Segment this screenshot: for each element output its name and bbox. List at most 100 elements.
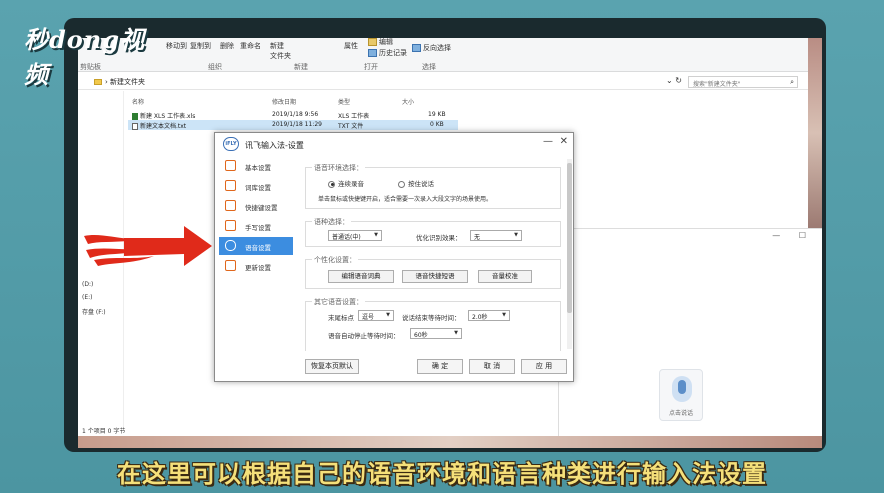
other-voice-group: 其它语音设置： 末尾标点 逗号 ▼ 说话结束等待时间： 2.0秒 ▼ 语音自动停止等…	[305, 297, 561, 351]
pen-icon	[225, 220, 236, 231]
radio-continuous[interactable]: 连续录音	[328, 178, 364, 188]
copy-to-button[interactable]: 复制到	[190, 41, 211, 51]
apply-button[interactable]: 应 用	[521, 359, 567, 374]
column-size[interactable]: 大小	[402, 97, 414, 106]
language-group: 语种选择： 普通话(中) ▼ 优化识别效果： 无 ▼	[305, 217, 561, 247]
settings-side-menu: 基本设置 词库设置 快捷键设置 手写设置 语音设置 更新设置	[215, 155, 295, 355]
wallpaper-strip	[808, 38, 822, 228]
folder-icon	[94, 79, 102, 85]
menu-item-hotkey[interactable]: 快捷键设置	[219, 197, 293, 215]
menu-item-basic[interactable]: 基本设置	[219, 157, 293, 175]
edit-icon	[368, 38, 377, 46]
wallpaper-bottom	[78, 436, 822, 448]
status-bar: 1 个项目 0 字节	[82, 428, 126, 435]
file-row[interactable]: 新建文本文档.txt 2019/1/18 11:29 TXT 文件 0 KB	[128, 120, 458, 130]
delete-button[interactable]: 删除	[220, 41, 234, 51]
punct-select[interactable]: 逗号 ▼	[358, 310, 394, 321]
punct-label: 末尾标点	[328, 314, 354, 322]
ime-voice-window: — ☐ 点击说话	[558, 228, 822, 448]
drive-d[interactable]: (D:)	[82, 281, 93, 288]
move-to-button[interactable]: 移动到	[166, 41, 187, 51]
settings-dialog: iFLY 讯飞输入法-设置 — ✕ 基本设置 词库设置 快捷键设置 手写设置 语…	[214, 132, 574, 382]
cancel-button[interactable]: 取 消	[469, 359, 515, 374]
search-input[interactable]: 搜索"新建文件夹" ⌕	[688, 76, 798, 88]
red-arrow-annotation	[84, 226, 212, 266]
voice-env-group: 语音环境选择： 连续录音 按住说话 单击鼠标或快捷键开启，适合需要一次录入大段文…	[305, 163, 561, 209]
drive-e[interactable]: (E:)	[82, 294, 93, 301]
language-select[interactable]: 普通话(中) ▼	[328, 230, 382, 241]
scrollbar-thumb[interactable]	[567, 163, 572, 313]
dictionary-icon	[225, 180, 236, 191]
xls-file-icon	[132, 113, 138, 120]
drive-f[interactable]: 存盘 (F:)	[82, 307, 106, 316]
mic-button[interactable]: 点击说话	[659, 369, 703, 421]
settings-scrollbar[interactable]	[567, 159, 572, 349]
breadcrumb[interactable]: › 新建文件夹	[94, 77, 145, 87]
gear-icon	[225, 160, 236, 171]
voice-env-title: 语音环境选择：	[312, 163, 365, 173]
chevron-down-icon: ▼	[374, 232, 378, 238]
personal-group: 个性化设置： 编辑语音词典 语音快捷短语 音量校准	[305, 255, 561, 289]
menu-item-voice[interactable]: 语音设置	[219, 237, 293, 255]
optimize-label: 优化识别效果：	[416, 234, 462, 242]
microphone-icon	[225, 240, 236, 251]
wait-select[interactable]: 2.0秒 ▼	[468, 310, 510, 321]
history-button[interactable]: 历史记录	[368, 48, 407, 58]
video-subtitle: 在这里可以根据自己的语音环境和语言种类进行输入法设置	[117, 460, 767, 488]
volume-calibrate-button[interactable]: 音量校准	[478, 270, 532, 283]
chevron-down-icon: ▼	[502, 312, 506, 318]
menu-item-handwriting[interactable]: 手写设置	[219, 217, 293, 235]
ribbon-group-select: 选择	[422, 63, 436, 71]
address-bar: › 新建文件夹 ⌄ ↻ 搜索"新建文件夹" ⌕	[78, 74, 822, 90]
search-icon: ⌕	[790, 78, 794, 86]
language-title: 语种选择：	[312, 217, 351, 227]
ribbon-group-new: 新建	[294, 63, 308, 71]
edit-voice-dict-button[interactable]: 编辑语音词典	[328, 270, 394, 283]
refresh-icon[interactable]: ⌄ ↻	[666, 76, 682, 85]
auto-stop-label: 语音自动停止等待时间：	[328, 332, 400, 340]
dialog-title: 讯飞输入法-设置	[245, 141, 304, 150]
explorer-ribbon: 移动到 复制到 删除 重命名 新建 文件夹 属性 编辑 历史记录 反向选择 剪贴板…	[78, 38, 822, 72]
voice-shortcut-button[interactable]: 语音快捷短语	[402, 270, 468, 283]
minimize-button[interactable]: —	[543, 136, 553, 147]
ribbon-group-organize: 组织	[208, 63, 222, 71]
keyboard-icon	[225, 200, 236, 211]
chevron-down-icon: ▼	[386, 312, 390, 318]
settings-content: 语音环境选择： 连续录音 按住说话 单击鼠标或快捷键开启，适合需要一次录入大段文…	[301, 155, 563, 351]
radio-checked-icon	[328, 180, 335, 188]
wait-label: 说话结束等待时间：	[402, 314, 461, 322]
refresh-icon	[225, 260, 236, 271]
auto-stop-select[interactable]: 60秒 ▼	[410, 328, 462, 339]
close-button[interactable]: ✕	[560, 136, 568, 147]
chevron-down-icon: ▼	[454, 330, 458, 336]
watermark-logo: 秒dong视频	[24, 25, 146, 89]
dialog-titlebar[interactable]: iFLY 讯飞输入法-设置 — ✕	[215, 133, 575, 155]
file-row[interactable]: 新建 XLS 工作表.xls 2019/1/18 9:56 XLS 工作表 19…	[128, 110, 458, 120]
menu-item-dictionary[interactable]: 词库设置	[219, 177, 293, 195]
column-type[interactable]: 类型	[338, 97, 350, 106]
ok-button[interactable]: 确 定	[417, 359, 463, 374]
menu-item-update[interactable]: 更新设置	[219, 257, 293, 275]
window-controls[interactable]: — ☐	[772, 231, 814, 240]
ifly-logo-icon: iFLY	[223, 137, 239, 151]
rename-button[interactable]: 重命名	[240, 41, 261, 51]
chevron-down-icon: ▼	[514, 232, 518, 238]
radio-unchecked-icon	[398, 180, 405, 188]
optimize-select[interactable]: 无 ▼	[470, 230, 522, 241]
edit-button[interactable]: 编辑	[368, 38, 393, 47]
ribbon-group-open: 打开	[364, 63, 378, 71]
personal-title: 个性化设置：	[312, 255, 358, 265]
microphone-icon	[672, 376, 692, 402]
column-date[interactable]: 修改日期	[272, 97, 296, 106]
invert-select-icon	[412, 44, 421, 52]
new-folder-button[interactable]: 新建 文件夹	[270, 41, 291, 61]
voice-env-hint: 单击鼠标或快捷键开启，适合需要一次录入大段文字的场景使用。	[318, 196, 493, 203]
radio-hold[interactable]: 按住说话	[398, 178, 434, 188]
restore-defaults-button[interactable]: 恢复本页默认	[305, 359, 359, 374]
properties-button[interactable]: 属性	[344, 41, 358, 51]
txt-file-icon	[132, 123, 138, 130]
other-voice-title: 其它语音设置：	[312, 297, 365, 307]
column-name[interactable]: 名称	[132, 97, 144, 106]
invert-select-button[interactable]: 反向选择	[412, 43, 451, 53]
ribbon-group-clipboard: 剪贴板	[80, 63, 101, 71]
